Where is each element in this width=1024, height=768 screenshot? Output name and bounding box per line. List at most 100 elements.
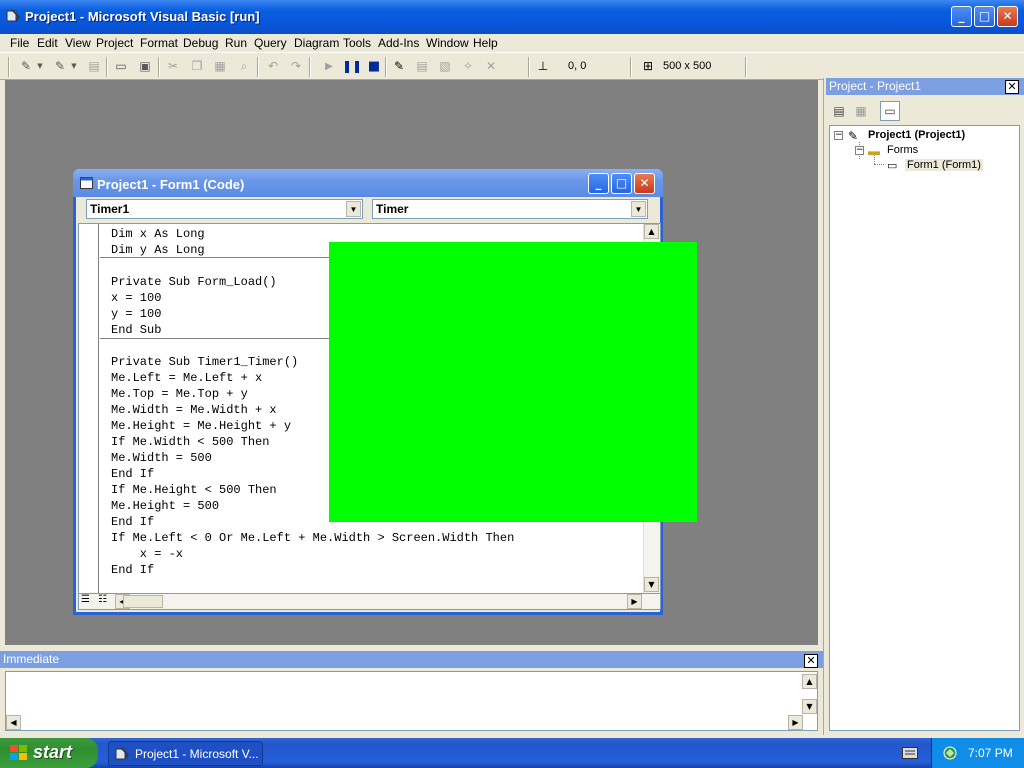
code-line[interactable]: x = 100 <box>111 291 161 305</box>
code-line[interactable]: Me.Width = 500 <box>111 451 212 465</box>
chevron-down-icon[interactable]: ▼ <box>346 201 361 217</box>
clock[interactable]: 7:07 PM <box>968 746 1013 760</box>
code-line[interactable]: Dim x As Long <box>111 227 205 241</box>
scroll-up-icon[interactable]: ▲ <box>644 224 659 239</box>
procedure-view-icon[interactable]: ☰ <box>81 594 90 605</box>
object-combo[interactable]: Timer1 ▼ <box>86 199 363 219</box>
menu-window[interactable]: Window <box>426 36 469 50</box>
menu-editor-icon[interactable]: ▤ <box>86 58 102 74</box>
menu-tools[interactable]: Tools <box>343 36 371 50</box>
scroll-right-icon[interactable]: ▶ <box>788 715 803 730</box>
code-line[interactable]: y = 100 <box>111 307 161 321</box>
undo-icon[interactable]: ↶ <box>265 58 281 74</box>
menu-diagram[interactable]: Diagram <box>294 36 339 50</box>
code-line[interactable]: Me.Width = Me.Width + x <box>111 403 277 417</box>
open-folder-icon[interactable]: ▭ <box>113 58 129 74</box>
main-title-bar[interactable]: Project1 - Microsoft Visual Basic [run] … <box>0 0 1024 34</box>
immediate-close-button[interactable]: ✕ <box>804 654 818 668</box>
immediate-input[interactable]: ▲ ▼ ◀ ▶ <box>5 671 818 731</box>
menu-edit[interactable]: Edit <box>37 36 58 50</box>
minimize-button[interactable]: _ <box>951 6 972 27</box>
redo-icon[interactable]: ↷ <box>288 58 304 74</box>
code-line[interactable]: End If <box>111 563 154 577</box>
maximize-button[interactable]: □ <box>974 6 995 27</box>
cut-icon[interactable]: ✂ <box>165 58 181 74</box>
break-icon[interactable]: ❚❚ <box>342 58 362 74</box>
scroll-right-icon[interactable]: ▶ <box>627 594 642 609</box>
end-icon[interactable]: ■ <box>366 58 382 74</box>
scroll-down-icon[interactable]: ▼ <box>802 699 817 714</box>
code-line[interactable]: Me.Height = Me.Height + y <box>111 419 291 433</box>
code-line[interactable]: End If <box>111 467 154 481</box>
toolbar-separator <box>158 57 160 77</box>
code-line[interactable]: Me.Left = Me.Left + x <box>111 371 262 385</box>
scroll-up-icon[interactable]: ▲ <box>802 674 817 689</box>
code-line[interactable]: If Me.Height < 500 Then <box>111 483 277 497</box>
close-button[interactable]: ✕ <box>997 6 1018 27</box>
save-icon[interactable]: ▣ <box>137 58 153 74</box>
scroll-left-icon[interactable]: ◀ <box>6 715 21 730</box>
collapse-icon[interactable]: − <box>834 131 843 140</box>
code-line[interactable]: Private Sub Form_Load() <box>111 275 277 289</box>
full-module-view-icon[interactable]: ☷ <box>98 594 107 605</box>
project-close-button[interactable]: ✕ <box>1005 80 1019 94</box>
size-readout: 500 x 500 <box>663 60 712 72</box>
code-line[interactable]: Dim y As Long <box>111 243 205 257</box>
view-code-icon[interactable]: ▤ <box>829 101 849 121</box>
project-tree[interactable]: − ✎ Project1 (Project1) − ▬ Forms ▭ Form… <box>829 125 1020 731</box>
copy-icon[interactable]: ❐ <box>189 58 205 74</box>
project-explorer-icon[interactable]: ✎ <box>391 58 407 74</box>
code-line[interactable]: Me.Height = 500 <box>111 499 219 513</box>
add-form-icon[interactable]: ✎ <box>52 58 68 74</box>
code-line[interactable]: End If <box>111 515 154 529</box>
code-window-icon <box>80 177 93 189</box>
dropdown-arrow-icon[interactable]: ▼ <box>70 58 78 74</box>
network-icon[interactable] <box>942 745 958 761</box>
code-line[interactable]: x = -x <box>111 547 183 561</box>
running-form1[interactable] <box>329 242 697 522</box>
code-window-title-bar[interactable]: Project1 - Form1 (Code) _ □ ✕ <box>73 169 663 197</box>
start-icon[interactable]: ▶ <box>321 58 337 74</box>
menu-format[interactable]: Format <box>140 36 178 50</box>
menu-add-ins[interactable]: Add-Ins <box>378 36 419 50</box>
form-layout-icon[interactable]: ▧ <box>437 58 453 74</box>
horizontal-scrollbar[interactable]: ☰ ☷ ◀ ▶ <box>78 593 661 610</box>
immediate-title-bar[interactable]: Immediate <box>0 651 823 668</box>
properties-window-icon[interactable]: ▤ <box>414 58 430 74</box>
menu-file[interactable]: File <box>10 36 29 50</box>
toggle-folders-icon[interactable]: ▭ <box>880 101 900 121</box>
project-explorer-title[interactable]: Project - Project1 <box>826 78 1024 95</box>
keyboard-icon[interactable] <box>902 747 918 759</box>
paste-icon[interactable]: ▦ <box>212 58 228 74</box>
tree-line <box>874 164 884 165</box>
taskbar-item-vb[interactable]: Project1 - Microsoft V... <box>108 741 263 766</box>
chevron-down-icon[interactable]: ▼ <box>631 201 646 217</box>
horizontal-scroll-thumb[interactable] <box>123 595 163 608</box>
start-button[interactable]: start <box>0 738 98 768</box>
menu-view[interactable]: View <box>65 36 91 50</box>
dropdown-arrow-icon[interactable]: ▼ <box>36 58 44 74</box>
code-line[interactable]: If Me.Width < 500 Then <box>111 435 269 449</box>
toolbox-icon[interactable]: ✕ <box>483 58 499 74</box>
menu-query[interactable]: Query <box>254 36 287 50</box>
toolbar-grip[interactable] <box>8 57 10 77</box>
code-close-button[interactable]: ✕ <box>634 173 655 194</box>
code-maximize-button[interactable]: □ <box>611 173 632 194</box>
object-browser-icon[interactable]: ✧ <box>460 58 476 74</box>
view-object-icon[interactable]: ▦ <box>851 101 871 121</box>
code-line[interactable]: If Me.Left < 0 Or Me.Left + Me.Width > S… <box>111 531 514 545</box>
code-line[interactable]: End Sub <box>111 323 161 337</box>
menu-run[interactable]: Run <box>225 36 247 50</box>
scroll-down-icon[interactable]: ▼ <box>644 577 659 592</box>
margin-indicator-bar[interactable] <box>79 224 99 594</box>
collapse-icon[interactable]: − <box>855 146 864 155</box>
code-line[interactable]: Me.Top = Me.Top + y <box>111 387 248 401</box>
menu-project[interactable]: Project <box>96 36 133 50</box>
procedure-combo[interactable]: Timer ▼ <box>372 199 648 219</box>
find-icon[interactable]: ⌕ <box>236 58 252 74</box>
code-line[interactable]: Private Sub Timer1_Timer() <box>111 355 298 369</box>
menu-debug[interactable]: Debug <box>183 36 218 50</box>
code-minimize-button[interactable]: _ <box>588 173 609 194</box>
menu-help[interactable]: Help <box>473 36 498 50</box>
add-project-icon[interactable]: ✎ <box>18 58 34 74</box>
